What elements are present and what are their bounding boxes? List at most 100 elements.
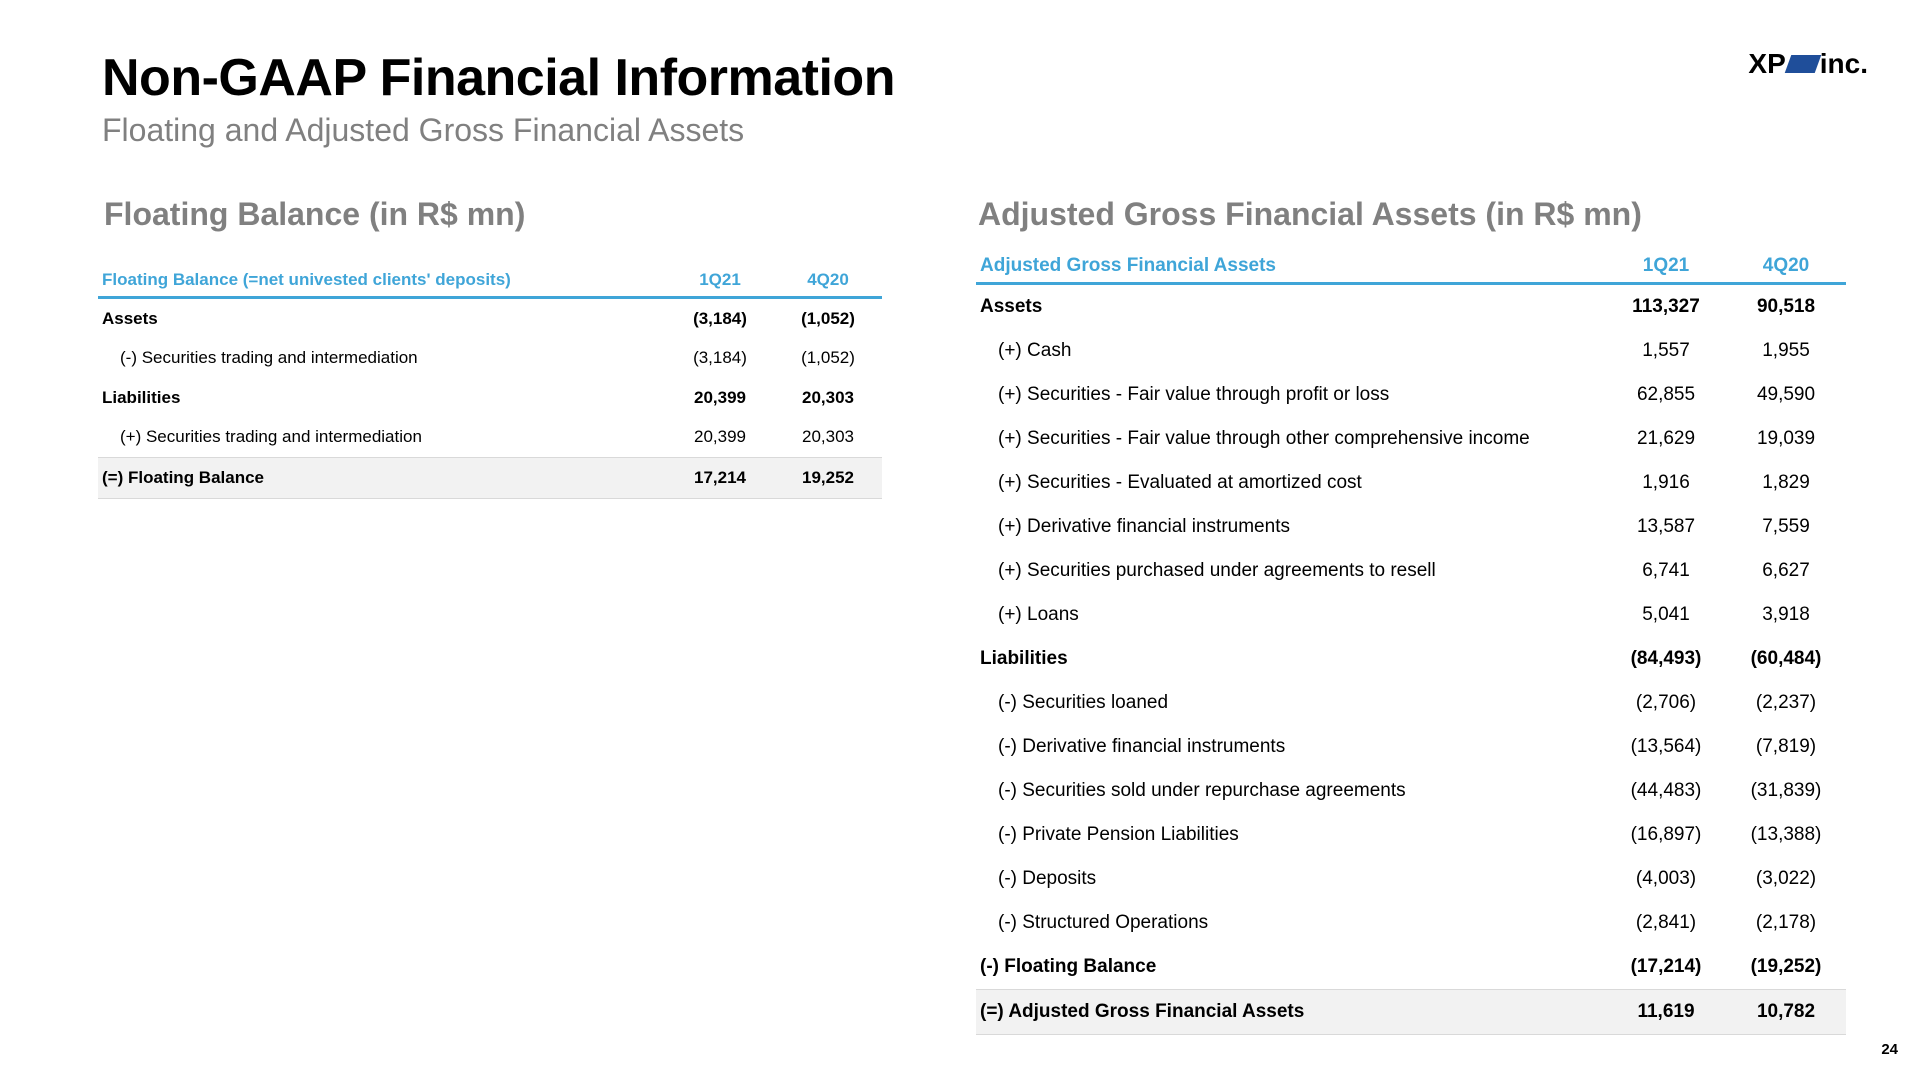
value-4q20: (3,022) <box>1755 868 1817 889</box>
page-title: Non-GAAP Financial Information <box>102 49 895 107</box>
value-4q20: (1,052) <box>801 308 855 328</box>
value-4q20: 19,039 <box>1756 428 1816 449</box>
column-header-label: Floating Balance (=net univested clients… <box>98 264 666 299</box>
row-label: (-) Private Pension Liabilities <box>998 824 1239 845</box>
value-4q20: 20,303 <box>802 427 854 447</box>
table-row: (-) Floating Balance (17,214) (19,252) <box>976 945 1846 990</box>
table-row: (+) Securities purchased under agreement… <box>976 549 1846 593</box>
column-header-label: Adjusted Gross Financial Assets <box>976 250 1606 285</box>
value-1q21: 113,327 <box>1632 296 1700 317</box>
value-4q20: 1,955 <box>1762 340 1810 361</box>
xp-inc-logo: XP inc. <box>1748 48 1868 80</box>
table-row: (+) Loans 5,041 3,918 <box>976 593 1846 637</box>
table-row: (-) Securities sold under repurchase agr… <box>976 769 1846 813</box>
table-row: (+) Securities - Fair value through prof… <box>976 373 1846 417</box>
row-label: Liabilities <box>980 648 1068 669</box>
table-total-row: (=) Adjusted Gross Financial Assets 11,6… <box>976 989 1846 1035</box>
table-row: (+) Derivative financial instruments 13,… <box>976 505 1846 549</box>
value-4q20: (60,484) <box>1750 648 1822 669</box>
row-label: (-) Securities trading and intermediatio… <box>120 348 418 368</box>
value-4q20: 7,559 <box>1762 516 1810 537</box>
value-1q21: (3,184) <box>693 308 747 328</box>
table-total-row: (=) Floating Balance 17,214 19,252 <box>98 457 882 499</box>
value-4q20: 19,252 <box>774 457 882 499</box>
value-4q20: (1,052) <box>801 348 855 368</box>
value-4q20: (13,388) <box>1750 824 1822 845</box>
value-4q20: 1,829 <box>1762 472 1810 493</box>
value-4q20: (7,819) <box>1755 736 1817 757</box>
value-1q21: (44,483) <box>1630 780 1702 801</box>
value-4q20: (2,178) <box>1755 912 1817 933</box>
row-label: (-) Derivative financial instruments <box>998 736 1286 757</box>
adjusted-assets-section-title: Adjusted Gross Financial Assets (in R$ m… <box>978 196 1642 232</box>
row-label: (+) Derivative financial instruments <box>998 516 1290 537</box>
row-label: (+) Securities - Fair value through othe… <box>998 428 1530 449</box>
value-1q21: 62,855 <box>1636 384 1696 405</box>
table-row: (+) Securities trading and intermediatio… <box>98 418 882 458</box>
row-label: (=) Adjusted Gross Financial Assets <box>976 989 1606 1035</box>
value-4q20: (31,839) <box>1750 780 1822 801</box>
floating-balance-table: Floating Balance (=net univested clients… <box>98 264 882 499</box>
value-4q20: 10,782 <box>1726 989 1846 1035</box>
value-1q21: 11,619 <box>1606 989 1726 1035</box>
value-1q21: (13,564) <box>1630 736 1702 757</box>
value-1q21: (3,184) <box>693 348 747 368</box>
row-label: (-) Deposits <box>998 868 1097 889</box>
value-4q20: 3,918 <box>1762 604 1810 625</box>
row-label: (+) Securities purchased under agreement… <box>998 560 1436 581</box>
page-number: 24 <box>1881 1041 1898 1058</box>
floating-balance-section-title: Floating Balance (in R$ mn) <box>104 196 526 232</box>
row-label: Liabilities <box>102 387 181 407</box>
value-1q21: 13,587 <box>1636 516 1696 537</box>
table-row: (+) Securities - Evaluated at amortized … <box>976 461 1846 505</box>
table-row: Assets 113,327 90,518 <box>976 284 1846 330</box>
row-label: (=) Floating Balance <box>98 457 666 499</box>
table-row: (-) Securities trading and intermediatio… <box>98 339 882 379</box>
row-label: (-) Securities sold under repurchase agr… <box>998 780 1406 801</box>
value-4q20: (19,252) <box>1750 956 1822 977</box>
column-header-1q21: 1Q21 <box>1606 250 1726 285</box>
value-4q20: (2,237) <box>1755 692 1817 713</box>
table-row: (-) Private Pension Liabilities (16,897)… <box>976 813 1846 857</box>
table-row: (-) Derivative financial instruments (13… <box>976 725 1846 769</box>
value-1q21: (84,493) <box>1630 648 1702 669</box>
value-1q21: 20,399 <box>694 427 746 447</box>
page-subtitle: Floating and Adjusted Gross Financial As… <box>102 112 745 148</box>
table-row: Liabilities 20,399 20,303 <box>98 378 882 418</box>
row-label: (-) Structured Operations <box>998 912 1209 933</box>
row-label: (-) Floating Balance <box>980 956 1157 977</box>
adjusted-gross-financial-assets-table: Adjusted Gross Financial Assets 1Q21 4Q2… <box>976 250 1846 1035</box>
row-label: Assets <box>980 296 1043 317</box>
column-header-4q20: 4Q20 <box>1726 250 1846 285</box>
logo-slash-icon <box>1784 55 1822 73</box>
value-1q21: (4,003) <box>1635 868 1697 889</box>
table-header-row: Adjusted Gross Financial Assets 1Q21 4Q2… <box>976 250 1846 285</box>
logo-text-inc: inc. <box>1819 48 1868 79</box>
table-row: (-) Structured Operations (2,841) (2,178… <box>976 901 1846 945</box>
table-row: (+) Cash 1,557 1,955 <box>976 329 1846 373</box>
value-4q20: 6,627 <box>1762 560 1810 581</box>
value-1q21: (2,841) <box>1635 912 1697 933</box>
value-1q21: 1,557 <box>1642 340 1690 361</box>
row-label: (+) Securities trading and intermediatio… <box>120 427 422 447</box>
table-header-row: Floating Balance (=net univested clients… <box>98 264 882 299</box>
row-label: (+) Securities - Fair value through prof… <box>998 384 1390 405</box>
table-row: (-) Deposits (4,003) (3,022) <box>976 857 1846 901</box>
value-1q21: 6,741 <box>1642 560 1690 581</box>
table-row: Assets (3,184) (1,052) <box>98 298 882 339</box>
table-row: (+) Securities - Fair value through othe… <box>976 417 1846 461</box>
value-1q21: 20,399 <box>694 387 746 407</box>
value-1q21: 5,041 <box>1642 604 1690 625</box>
row-label: (+) Cash <box>998 340 1072 361</box>
row-label: (+) Loans <box>998 604 1079 625</box>
value-1q21: (16,897) <box>1630 824 1702 845</box>
value-1q21: 17,214 <box>666 457 774 499</box>
column-header-1q21: 1Q21 <box>666 264 774 299</box>
row-label: Assets <box>102 308 158 328</box>
value-1q21: (17,214) <box>1630 956 1702 977</box>
value-1q21: (2,706) <box>1635 692 1697 713</box>
value-1q21: 21,629 <box>1636 428 1696 449</box>
row-label: (-) Securities loaned <box>998 692 1169 713</box>
value-4q20: 20,303 <box>802 387 854 407</box>
table-row: (-) Securities loaned (2,706) (2,237) <box>976 681 1846 725</box>
